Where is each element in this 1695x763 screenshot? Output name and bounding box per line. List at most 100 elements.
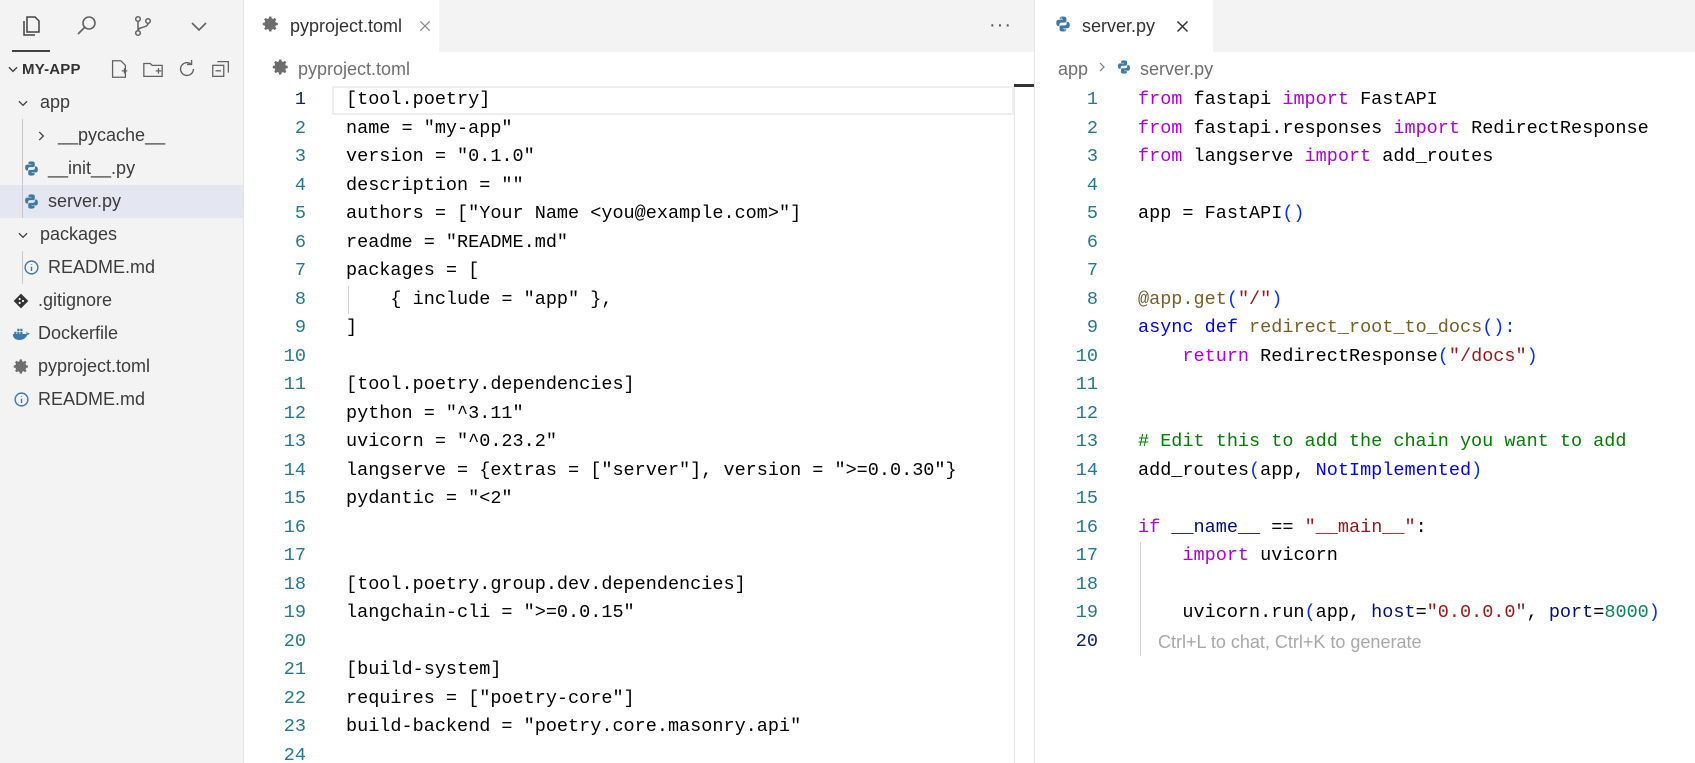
search-icon[interactable] — [68, 4, 106, 48]
close-icon[interactable] — [1171, 15, 1193, 37]
code-line[interactable]: 24 — [244, 742, 1034, 763]
code-token: [tool.poetry.dependencies] — [346, 374, 635, 395]
code-line[interactable]: 20 Ctrl+L to chat, Ctrl+K to generate — [1036, 627, 1695, 656]
code-line[interactable]: 14 add_routes(app, NotImplemented) — [1036, 457, 1695, 486]
code-token: app = FastAPI — [1138, 203, 1283, 224]
tree-item-gitignore[interactable]: .gitignore — [0, 284, 243, 317]
code-line[interactable]: 7 packages = [ — [244, 257, 1034, 286]
line-number: 22 — [283, 687, 306, 709]
chevron-down-icon — [12, 96, 34, 110]
explorer-section-header[interactable]: MY-APP — [0, 52, 243, 86]
code-line[interactable]: 17 — [244, 542, 1034, 571]
code-token: : — [1415, 516, 1427, 538]
code-token: ] — [346, 317, 358, 338]
code-text: name = "my-app" — [346, 115, 513, 144]
explorer-icon[interactable] — [12, 4, 50, 52]
code-line[interactable]: 12 python = "^3.11" — [244, 400, 1034, 429]
code-token: import — [1282, 89, 1349, 110]
code-line[interactable]: 6 — [1036, 229, 1695, 258]
tree-item-pycache[interactable]: __pycache__ — [0, 119, 243, 152]
code-line[interactable]: 15 — [1036, 485, 1695, 514]
breadcrumb-item[interactable]: app — [1058, 59, 1088, 80]
refresh-icon[interactable] — [175, 57, 199, 81]
code-line[interactable]: 23 build-backend = "poetry.core.masonry.a… — [244, 713, 1034, 742]
more-actions-icon[interactable]: ··· — [989, 14, 1012, 37]
code-line[interactable]: 2 name = "my-app" — [244, 115, 1034, 144]
code-line[interactable]: 4 description = "" — [244, 172, 1034, 201]
code-line[interactable]: 5 app = FastAPI() — [1036, 200, 1695, 229]
tab-label: pyproject.toml — [290, 15, 403, 36]
code-line[interactable]: 8 @app.get("/") — [1036, 286, 1695, 315]
tree-item-label: app — [40, 92, 71, 112]
code-line[interactable]: 10 — [244, 343, 1034, 372]
tab-server-py[interactable]: server.py — [1036, 0, 1213, 52]
code-line[interactable]: 3 version = "0.1.0" — [244, 143, 1034, 172]
code-line[interactable]: 21 [build-system] — [244, 656, 1034, 685]
code-line[interactable]: 12 — [1036, 400, 1695, 429]
code-line[interactable]: 11 — [1036, 371, 1695, 400]
code-line[interactable]: 17 import uvicorn — [1036, 542, 1695, 571]
tab-pyproject-toml[interactable]: pyproject.toml — [244, 0, 439, 52]
code-editor-pyproject[interactable]: 1 [tool.poetry] 2 name = "my-app" 3 version =… — [244, 84, 1034, 763]
code-line[interactable]: 16 if __name__ == "__main__": — [1036, 514, 1695, 543]
code-line[interactable]: 16 — [244, 514, 1034, 543]
collapse-all-icon[interactable] — [209, 57, 233, 81]
source-control-icon[interactable] — [124, 4, 162, 48]
code-editor-server[interactable]: 1 from fastapi import FastAPI 2 from fastap… — [1036, 86, 1695, 763]
code-line[interactable]: 18 — [1036, 570, 1695, 599]
tree-item-init-py[interactable]: __init__.py — [0, 152, 243, 185]
code-line[interactable]: 19 uvicorn.run(app, host="0.0.0.0", port… — [1036, 599, 1695, 628]
tree-item-app[interactable]: app — [0, 86, 243, 119]
code-line[interactable]: 3 from langserve import add_routes — [1036, 143, 1695, 172]
line-number: 16 — [283, 516, 306, 538]
tree-item-readme-md[interactable]: README.md — [0, 383, 243, 416]
breadcrumb-item[interactable]: pyproject.toml — [298, 59, 410, 80]
code-line[interactable]: 9] — [244, 314, 1034, 343]
code-line[interactable]: 11 [tool.poetry.dependencies] — [244, 371, 1034, 400]
code-line[interactable]: 22 requires = ["poetry-core"] — [244, 685, 1034, 714]
indent-guide — [22, 185, 23, 218]
code-line[interactable]: 5 authors = ["Your Name <you@example.com>… — [244, 200, 1034, 229]
code-line[interactable]: 18 [tool.poetry.group.dev.dependencies] — [244, 571, 1034, 600]
breadcrumb-item[interactable]: server.py — [1140, 59, 1213, 80]
code-line[interactable]: 13 # Edit this to add the chain you want … — [1036, 428, 1695, 457]
tree-item-dockerfile[interactable]: Dockerfile — [0, 317, 243, 350]
code-line[interactable]: 1 from fastapi import FastAPI — [1036, 86, 1695, 115]
chevron-down-icon[interactable] — [180, 4, 218, 48]
new-folder-icon[interactable] — [141, 57, 165, 81]
code-text: @app.get("/") — [1138, 286, 1282, 315]
code-line[interactable]: 7 — [1036, 257, 1695, 286]
python-icon — [22, 193, 40, 211]
code-token: langserve = {extras = ["server"], versio… — [346, 459, 957, 481]
code-line[interactable]: 14 langserve = {extras = ["server"], vers… — [244, 457, 1034, 486]
tree-item-readme-md[interactable]: README.md — [0, 251, 243, 284]
line-number: 12 — [283, 402, 306, 424]
code-line[interactable]: 4 — [1036, 172, 1695, 201]
tree-item-pyproject-toml[interactable]: pyproject.toml — [0, 350, 243, 383]
code-text: python = "^3.11" — [346, 400, 524, 429]
code-line[interactable]: 10 return RedirectResponse("/docs") — [1036, 343, 1695, 372]
code-line[interactable]: 9 async def redirect_root_to_docs(): — [1036, 314, 1695, 343]
code-line[interactable]: 19 langchain-cli = ">=0.0.15" — [244, 599, 1034, 628]
tab-label: server.py — [1082, 15, 1156, 36]
line-number: 18 — [1075, 573, 1098, 595]
new-file-icon[interactable] — [107, 57, 131, 81]
code-token: 8000 — [1604, 602, 1649, 623]
close-icon[interactable] — [418, 15, 432, 37]
indent-guide — [22, 152, 23, 185]
code-line[interactable]: 15 pydantic = "<2" — [244, 485, 1034, 514]
code-token: ) — [1526, 345, 1538, 367]
tree-item-packages[interactable]: packages — [0, 218, 243, 251]
tree-item-label: pyproject.toml — [38, 356, 151, 376]
code-token: NotImplemented — [1315, 459, 1472, 481]
code-line[interactable]: 6 readme = "README.md" — [244, 229, 1034, 258]
chevron-down-icon — [12, 228, 34, 242]
code-line[interactable]: 13 uvicorn = "^0.23.2" — [244, 428, 1034, 457]
code-line[interactable]: 1 [tool.poetry] — [244, 86, 1034, 115]
code-line[interactable]: 8 { include = "app" }, — [244, 285, 1034, 315]
tree-item-server-py[interactable]: server.py — [0, 185, 243, 218]
code-line[interactable]: 2 from fastapi.responses import RedirectR… — [1036, 115, 1695, 144]
code-line[interactable]: 20 — [244, 628, 1034, 657]
code-text: return RedirectResponse("/docs") — [1138, 343, 1538, 372]
code-text: { include = "app" }, — [346, 286, 612, 315]
